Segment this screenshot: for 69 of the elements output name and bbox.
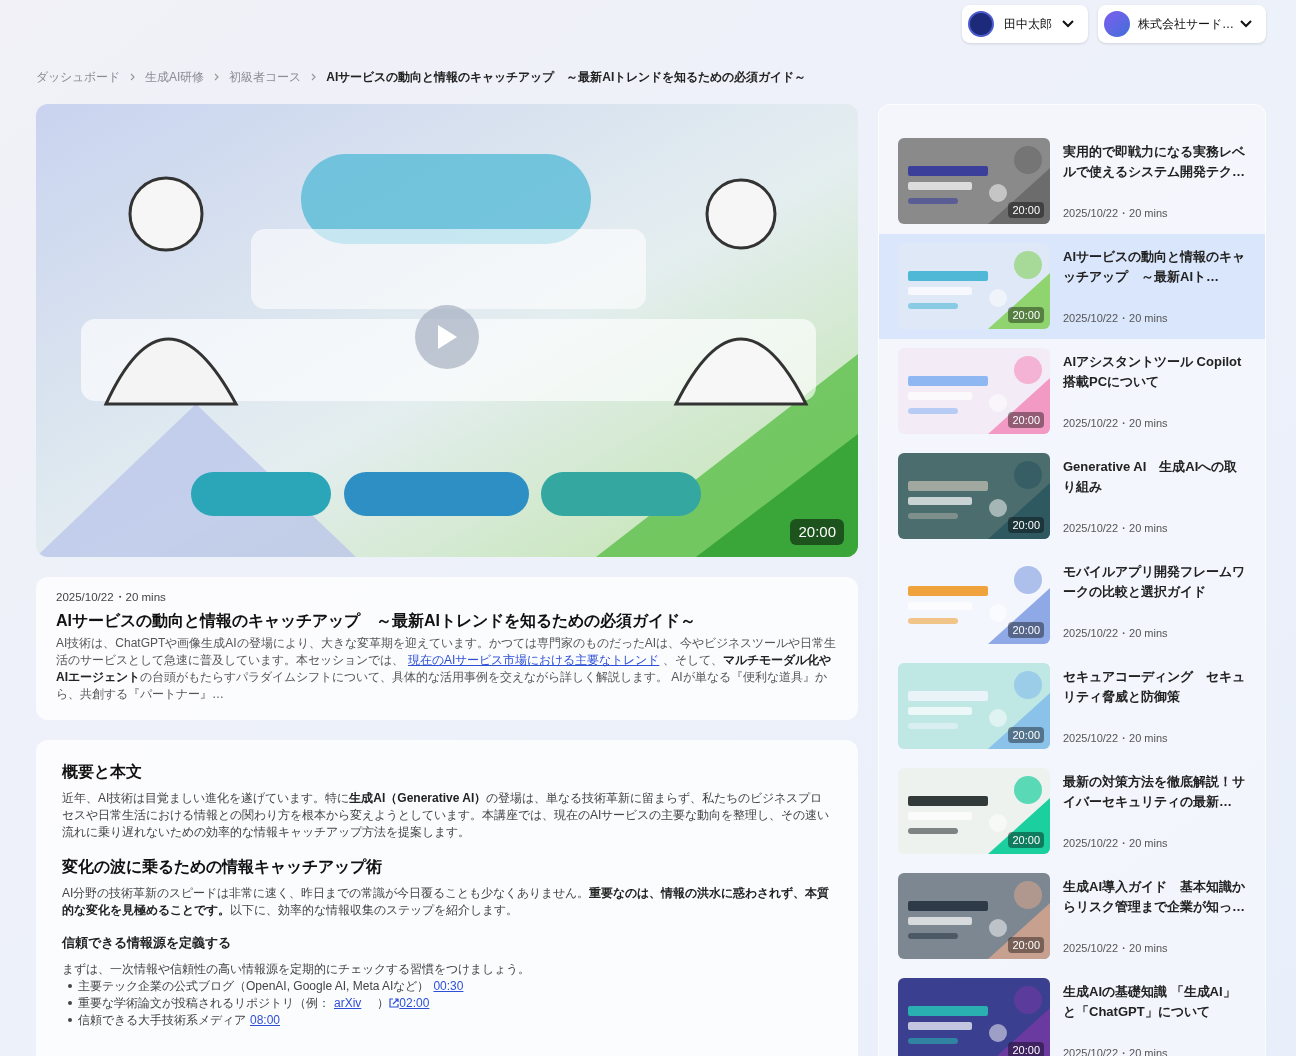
playlist-item[interactable]: 20:00 Generative AI 生成AIへの取り組み 2025/10/22・20 mins bbox=[879, 444, 1265, 549]
bullet-icon bbox=[68, 1001, 72, 1005]
playlist-meta: 2025/10/22・20 mins bbox=[1063, 415, 1169, 431]
play-icon bbox=[436, 324, 458, 350]
account-menu[interactable]: 田中太郎 bbox=[962, 5, 1088, 43]
organization-switcher[interactable]: 株式会社サード… bbox=[1098, 5, 1266, 43]
list-item: 重要な学術論文が投稿されるリポジトリ（例： arXiv ） 02:00 bbox=[78, 994, 430, 1012]
playlist-meta: 2025/10/22・20 mins bbox=[1063, 310, 1169, 326]
link[interactable]: arXiv bbox=[334, 995, 362, 1010]
duration-label: 20:00 bbox=[1008, 726, 1044, 743]
playlist-item[interactable]: 20:00 モバイルアプリ開発フレームワークの比較と選択ガイド 2025/10/22・20 mins bbox=[879, 549, 1265, 654]
external-link-icon bbox=[389, 997, 400, 1008]
playlist-title: モバイルアプリ開発フレームワークの比較と選択ガイド bbox=[1063, 563, 1246, 601]
duration-label: 20:00 bbox=[1008, 516, 1044, 533]
section-heading: 変化の波に乗るための情報キャッチアップ術 bbox=[62, 857, 383, 877]
playlist-meta: 2025/10/22・20 mins bbox=[1063, 625, 1169, 641]
duration-label: 20:00 bbox=[1008, 201, 1044, 218]
playlist-meta: 2025/10/22・20 mins bbox=[1063, 940, 1169, 956]
video-description: AI技術は、ChatGPTや画像生成AIの登場により、大きな変革期を迎えています。かつては専門家のものだったAIは、今やビジネスツールや日常生活のサービスとして急速に普及しています。本セッションでは、 現在のAIサービス市場における主要なトレンド 、そして、マルチモーダル化やAIエージェントの台頭がもたらすパラダイムシフトについて、具体的な活用事例を交えながら詳しく解説します。 AIが単なる『便利な道具』から、共創する『パートナー』… bbox=[56, 635, 838, 704]
playlist-meta: 2025/10/22・20 mins bbox=[1063, 205, 1169, 221]
chevron-right-icon bbox=[214, 73, 220, 81]
list-item: 主要テック企業の公式ブログ（OpenAI, Google AI, Meta AIなど） 00:30 bbox=[78, 977, 465, 995]
paragraph: 近年、AI技術は目覚ましい進化を遂げています。特に生成AI（Generative AI）の登場は、単なる技術革新に留まらず、私たちのビジネスプロセスや日常生活における情報との関わり方を根本から変えようとしています。本講座では、現在のAIサービスの主要な動向を整理し、その速い流れに乗り遅れないための効率的な情報キャッチアップ方法を提案します。 bbox=[62, 790, 831, 841]
chevron-down-icon bbox=[1240, 20, 1252, 28]
playlist-item[interactable]: 20:00 実用的で即戦力になる実務レベルで使えるシステム開発テク… 2025/10/22・20 mins bbox=[879, 129, 1265, 234]
user-avatar bbox=[968, 11, 994, 37]
playlist-title: 最新の対策方法を徹底解説！サイバーセキュリティの最新… bbox=[1063, 773, 1246, 811]
playlist-title: 生成AIの基礎知識 「生成AI」と「ChatGPT」について bbox=[1063, 983, 1237, 1021]
playlist-title: AIサービスの動向と情報のキャッチアップ ～最新AIト… bbox=[1063, 248, 1246, 286]
duration-label: 20:00 bbox=[1008, 1041, 1044, 1056]
playlist-item[interactable]: 20:00 AIアシスタントツール Copilot搭載PCについて 2025/10/22・20 mins bbox=[879, 339, 1265, 444]
section-heading: 概要と本文 bbox=[62, 762, 143, 782]
breadcrumb-current: AIサービスの動向と情報のキャッチアップ ～最新AIトレンドを知るための必須ガイド～ bbox=[326, 69, 807, 86]
playlist-meta: 2025/10/22・20 mins bbox=[1063, 520, 1169, 536]
playlist-item[interactable]: 20:00 生成AI導入ガイド 基本知識からリスク管理まで企業が知っ… 2025/10/22・20 mins bbox=[879, 864, 1265, 969]
playlist-title: 生成AI導入ガイド 基本知識からリスク管理まで企業が知っ… bbox=[1063, 878, 1246, 916]
chevron-right-icon bbox=[311, 73, 317, 81]
chevron-right-icon bbox=[130, 73, 135, 81]
playlist-meta: 2025/10/22・20 mins bbox=[1063, 730, 1169, 746]
duration-label: 20:00 bbox=[1008, 621, 1044, 638]
paragraph: まずは、一次情報や信頼性の高い情報源を定期的にチェックする習慣をつけましょう。 bbox=[62, 960, 531, 978]
bullet-icon bbox=[68, 984, 72, 988]
link[interactable]: 08:00 bbox=[250, 1012, 281, 1027]
duration-label: 20:00 bbox=[1008, 411, 1044, 428]
playlist-item[interactable]: 20:00 生成AIの基礎知識 「生成AI」と「ChatGPT」について 2025/10/22・20 mins bbox=[879, 969, 1265, 1056]
organization-avatar bbox=[1104, 11, 1130, 37]
duration-label: 20:00 bbox=[1008, 831, 1044, 848]
playlist-item[interactable]: 20:00 AIサービスの動向と情報のキャッチアップ ～最新AIト… 2025/10/22・20 mins bbox=[879, 234, 1265, 339]
playlist-meta: 2025/10/22・20 mins bbox=[1063, 835, 1169, 851]
duration-label: 20:00 bbox=[790, 518, 844, 545]
duration-label: 20:00 bbox=[1008, 936, 1044, 953]
link[interactable]: 02:00 bbox=[399, 995, 430, 1010]
duration-label: 20:00 bbox=[1008, 306, 1044, 323]
chevron-down-icon bbox=[1062, 20, 1074, 28]
paragraph: AI分野の技術革新のスピードは非常に速く、昨日までの常識が今日覆ることも少なくありません。重要なのは、情報の洪水に惑わされず、本質的な変化を見極めることです。以下に、効率的な情報収集のステップを紹介します。 bbox=[62, 885, 831, 919]
bullet-icon bbox=[68, 1018, 72, 1022]
list-item: 信頼できる大手技術系メディア 08:00 bbox=[78, 1011, 282, 1029]
playlist-title: セキュアコーディング セキュリティ脅威と防御策 bbox=[1063, 668, 1246, 706]
playlist-title: Generative AI 生成AIへの取り組み bbox=[1063, 458, 1239, 496]
video-meta: 2025/10/22・20 mins bbox=[56, 590, 167, 605]
link[interactable]: 00:30 bbox=[433, 978, 464, 993]
playlist-item[interactable]: 20:00 最新の対策方法を徹底解説！サイバーセキュリティの最新… 2025/10/22・20 mins bbox=[879, 759, 1265, 864]
subsection-heading: 信頼できる情報源を定義する bbox=[62, 934, 232, 952]
playlist-title: 実用的で即戦力になる実務レベルで使えるシステム開発テク… bbox=[1063, 143, 1246, 181]
link[interactable]: 現在のAIサービス市場における主要なトレンド bbox=[408, 653, 660, 668]
playlist-item[interactable]: 20:00 セキュアコーディング セキュリティ脅威と防御策 2025/10/22・20 mins bbox=[879, 654, 1265, 759]
playlist-meta: 2025/10/22・20 mins bbox=[1063, 1045, 1169, 1056]
video-title: AIサービスの動向と情報のキャッチアップ ～最新AIトレンドを知るための必須ガイド～ bbox=[56, 611, 697, 632]
playlist-title: AIアシスタントツール Copilot搭載PCについて bbox=[1063, 353, 1243, 391]
